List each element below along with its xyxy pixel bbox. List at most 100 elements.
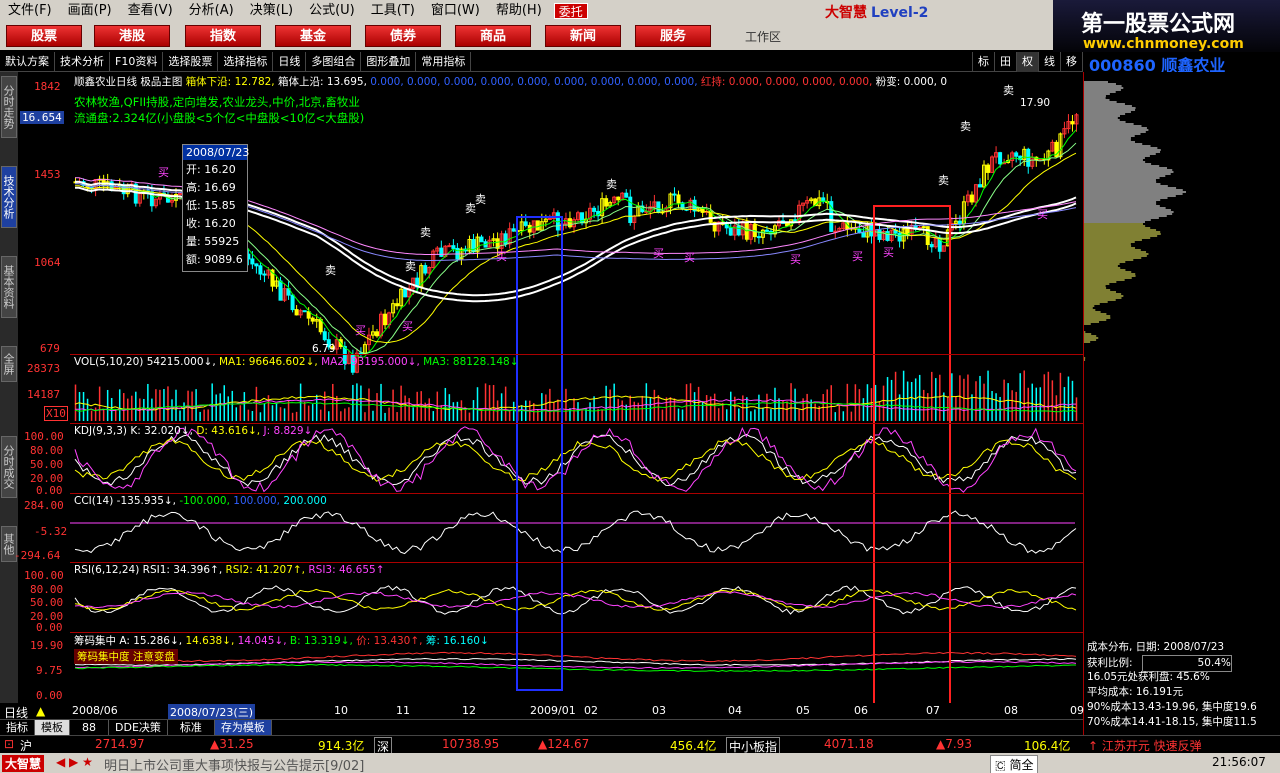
tooltip-high: 高: 16.69 — [186, 181, 236, 194]
move-button[interactable]: 移 — [1061, 51, 1083, 72]
scheme-dropdown[interactable]: 默认方案 — [0, 51, 55, 72]
cci-axis-label: 284.00 — [24, 499, 64, 512]
rsi-title: RSI(6,12,24) RSI1: 34.396↑, RSI2: 41.207… — [74, 564, 385, 576]
ime-indicator[interactable]: 🇨 简全 — [990, 755, 1039, 773]
candle-body — [278, 280, 283, 301]
side-tab-technical[interactable]: 技术分析 — [1, 166, 17, 228]
tab-fund[interactable]: 基金 — [275, 25, 351, 47]
buy-marker: 买 — [653, 247, 664, 260]
marquee-text[interactable]: 明日上市公司重大事项快报与公告提示[9/02] — [104, 755, 364, 773]
price-axis-label: 679 — [40, 342, 60, 355]
candle-body — [1070, 121, 1075, 125]
buy-marker: 买 — [402, 320, 413, 333]
candle-body — [592, 207, 597, 212]
tab-service[interactable]: 服务 — [635, 25, 711, 47]
concept-tags: 农林牧渔,QFII持股,定向增发,农业龙头,中价,北京,畜牧业 — [74, 95, 360, 109]
menu-decision[interactable]: 决策(L) — [242, 0, 301, 22]
f10-button[interactable]: F10资料 — [110, 51, 164, 72]
candle-body — [375, 331, 379, 337]
zx-change: ▲7.93 — [936, 737, 972, 751]
sh-amount: 914.3亿 — [318, 739, 365, 753]
candle-body — [535, 220, 540, 231]
menu-tools[interactable]: 工具(T) — [363, 0, 423, 22]
nav-arrows-icon[interactable]: ◀ ▶ ★ — [56, 755, 93, 769]
menu-view-screen[interactable]: 画面(P) — [60, 0, 120, 22]
panel-divider — [70, 423, 1083, 424]
candle-body — [998, 152, 1003, 165]
select-indicator-button[interactable]: 选择指标 — [218, 51, 274, 72]
buy-marker: 买 — [496, 250, 507, 263]
workarea-label[interactable]: 工作区 — [745, 28, 781, 45]
brand-logo: 大智慧 Level-2 — [825, 5, 929, 21]
price-cursor-label: 16.654 — [20, 111, 64, 124]
tech-analysis-dropdown[interactable]: 技术分析 — [55, 51, 110, 72]
chip-line — [74, 651, 1077, 663]
candle-body — [728, 227, 733, 236]
grid-button[interactable]: 田 — [995, 51, 1017, 72]
candle-body — [250, 258, 255, 265]
period-dropdown[interactable]: 日线 — [273, 51, 307, 72]
tab-commodity[interactable]: 商品 — [455, 25, 531, 47]
sell-marker: 卖 — [420, 226, 431, 239]
candle-body — [861, 232, 866, 238]
cci-axis-label: -294.64 — [14, 549, 61, 562]
entrust-button[interactable]: 委托 — [553, 3, 588, 19]
bottom-tab-save-template[interactable]: 存为模板 — [214, 720, 272, 735]
rights-button[interactable]: 权 — [1017, 51, 1039, 72]
bottom-tab-standard[interactable]: 标准 — [168, 720, 215, 735]
menu-file[interactable]: 文件(F) — [0, 0, 60, 22]
mark-button[interactable]: 标 — [972, 51, 995, 72]
sz-amount: 456.4亿 — [670, 739, 717, 753]
menu-formula[interactable]: 公式(U) — [301, 0, 363, 22]
overlay-button[interactable]: 图形叠加 — [361, 51, 417, 72]
rsi1-line — [74, 585, 1077, 615]
sz-index: 10738.95 — [442, 737, 500, 751]
candle-body — [604, 198, 609, 207]
multi-chart-dropdown[interactable]: 多图组合 — [306, 51, 362, 72]
candle-body — [302, 310, 307, 313]
highlight-box-blue — [516, 216, 563, 691]
common-indicator-dropdown[interactable]: 常用指标 — [416, 51, 472, 72]
bottom-tab-88[interactable]: 88 — [70, 720, 109, 735]
sell-marker: 卖 — [405, 260, 416, 273]
sz-change: ▲124.67 — [538, 737, 590, 751]
tab-stocks[interactable]: 股票 — [6, 25, 82, 47]
news-ticker[interactable]: ↑ 江苏开元 快速反弹 — [1088, 737, 1202, 754]
menu-help[interactable]: 帮助(H) — [488, 0, 550, 22]
cci-title: CCI(14) -135.935↓, -100.000, 100.000, 20… — [74, 495, 327, 507]
bottom-tab-indicator[interactable]: 指标 — [0, 720, 35, 735]
candle-body — [258, 265, 263, 275]
bottom-tab-template[interactable]: 模板 — [35, 720, 70, 735]
sell-marker: 卖 — [1003, 84, 1014, 97]
side-tab-fullscreen[interactable]: 全屏 — [1, 346, 17, 382]
side-tab-tick[interactable]: 分时成交 — [1, 436, 17, 498]
chip-legend: 筹码集中度 注意变盘 — [74, 649, 178, 664]
menu-window[interactable]: 窗口(W) — [423, 0, 488, 22]
menu-view[interactable]: 查看(V) — [120, 0, 181, 22]
tab-news[interactable]: 新闻 — [545, 25, 621, 47]
zx-amount: 106.4亿 — [1024, 739, 1071, 753]
vol-axis-label: 28373 — [27, 362, 61, 375]
side-tab-intraday[interactable]: 分时走势 — [1, 76, 17, 138]
panel-divider — [70, 562, 1083, 563]
sh-change: ▲31.25 — [210, 737, 254, 751]
select-stock-button[interactable]: 选择股票 — [163, 51, 219, 72]
candle-body — [447, 245, 452, 248]
tab-index[interactable]: 指数 — [185, 25, 261, 47]
highlight-box-red — [873, 205, 951, 703]
tab-bond[interactable]: 债券 — [365, 25, 441, 47]
candle-body — [921, 226, 926, 229]
tab-hk[interactable]: 港股 — [94, 25, 170, 47]
bottom-tab-dde[interactable]: DDE决策 — [109, 720, 168, 735]
kdj-d-line — [74, 438, 1077, 482]
app-logo[interactable]: 大智慧 — [2, 755, 45, 772]
buy-marker: 买 — [1037, 208, 1048, 221]
menu-analysis[interactable]: 分析(A) — [181, 0, 242, 22]
site-watermark: 第一股票公式网 www.chnmoney.com — [1053, 0, 1280, 60]
buy-marker: 买 — [883, 246, 894, 259]
candle-body — [957, 220, 962, 225]
side-tab-fundamental[interactable]: 基本资料 — [1, 256, 17, 318]
period-arrow-icon[interactable]: ▲ — [36, 704, 45, 718]
candle-body — [616, 196, 621, 201]
line-button[interactable]: 线 — [1039, 51, 1061, 72]
